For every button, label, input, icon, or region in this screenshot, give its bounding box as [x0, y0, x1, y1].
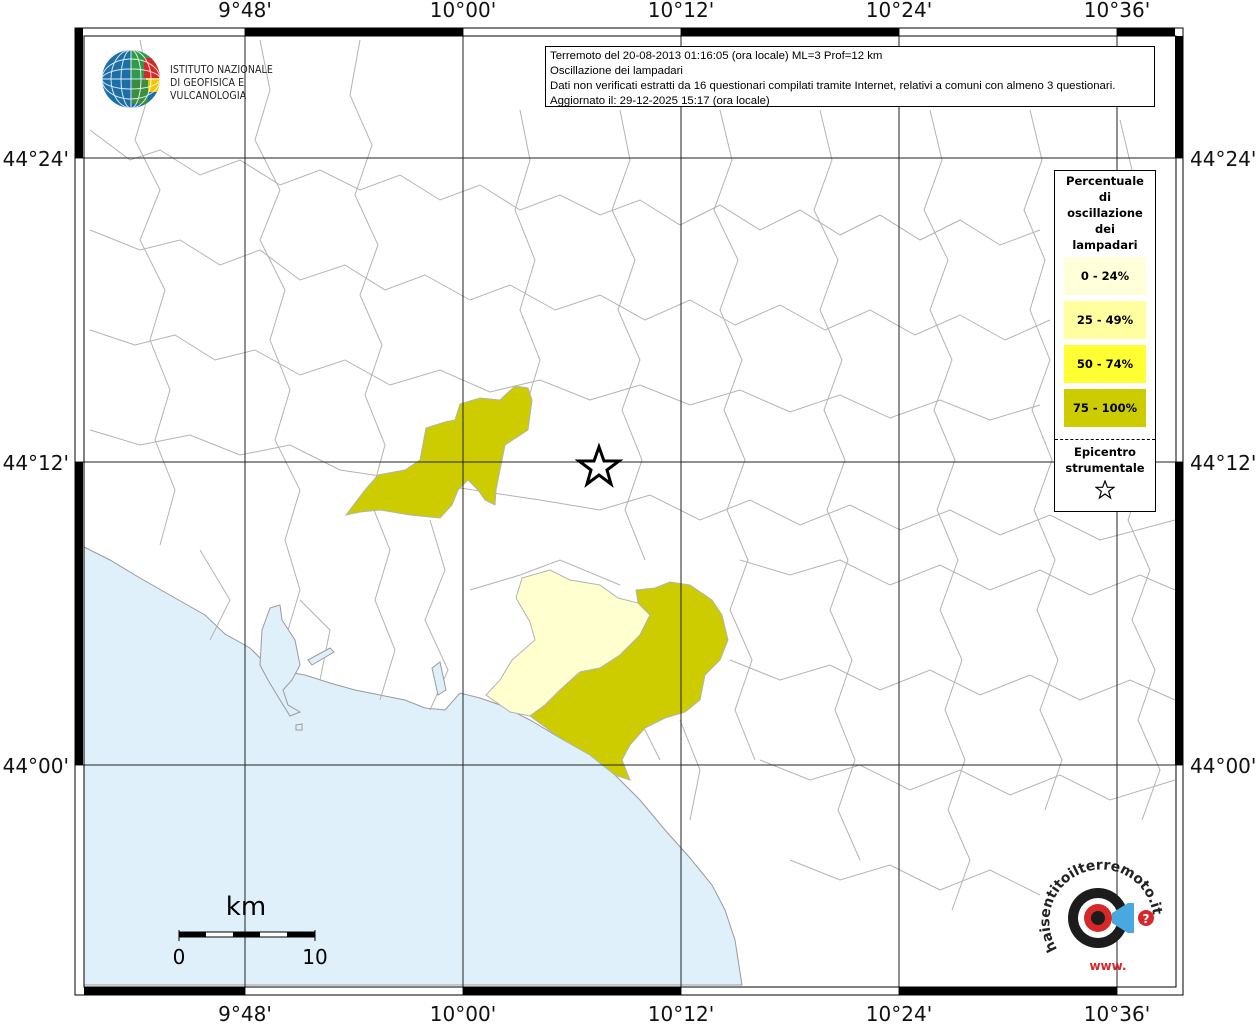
lon-bottom-2: 10°00': [430, 1002, 496, 1024]
lat-left-2: 44°12': [3, 451, 69, 475]
badge-www: www.: [1089, 959, 1126, 973]
lat-left-1: 44°24': [3, 147, 69, 171]
legend-separator: [1055, 439, 1155, 440]
event-info-line1: Terremoto del 20-08-2013 01:16:05 (ora l…: [550, 50, 883, 62]
scale-title: km: [226, 892, 266, 922]
legend-epicenter-title: Epicentro strumentale: [1055, 444, 1155, 476]
event-info-line3: Dati non verificati estratti da 16 quest…: [550, 80, 1116, 92]
ingv-logo-line1: ISTITUTO NAZIONALE: [170, 64, 273, 76]
lon-top-3: 10°12': [648, 0, 714, 22]
lon-top-4: 10°24': [866, 0, 932, 22]
legend: Percentuale di oscillazione dei lampadar…: [1054, 170, 1156, 512]
legend-epicenter-line1: Epicentro: [1074, 445, 1136, 459]
haisentitoilterremoto-logo[interactable]: haisentitoilterremoto.it www. ?: [1037, 857, 1168, 978]
lon-bottom-1: 9°48': [218, 1002, 272, 1024]
legend-swatch-0-24: 0 - 24%: [1064, 257, 1146, 295]
globe-icon: [102, 50, 160, 108]
lat-right-3: 44°00': [1190, 754, 1256, 778]
lon-top-1: 9°48': [218, 0, 272, 22]
legend-swatch-50-74: 50 - 74%: [1064, 345, 1146, 383]
legend-label-75-100: 75 - 100%: [1072, 401, 1138, 415]
legend-title: Percentuale di oscillazione dei lampadar…: [1055, 173, 1155, 253]
lon-bottom-4: 10°24': [866, 1002, 932, 1024]
scale-start: 0: [173, 945, 186, 969]
legend-swatch-25-49: 25 - 49%: [1064, 301, 1146, 339]
event-info-line4: Aggiornato il: 29-12-2025 15:17 (ora loc…: [550, 95, 770, 107]
legend-label-0-24: 0 - 24%: [1080, 269, 1130, 283]
legend-epicenter-line2: strumentale: [1065, 461, 1145, 475]
ingv-logo: ISTITUTO NAZIONALE DI GEOFISICA E VULCAN…: [100, 48, 320, 110]
legend-label-50-74: 50 - 74%: [1076, 357, 1134, 371]
legend-title-line5: lampadari: [1072, 238, 1138, 252]
ingv-logo-line2: DI GEOFISICA E VULCANOLOGIA: [170, 77, 247, 102]
scale-end: 10: [302, 945, 327, 969]
lon-top-2: 10°00': [430, 0, 496, 22]
legend-title-line4: dei: [1095, 222, 1115, 236]
ingv-logo-text: ISTITUTO NAZIONALE DI GEOFISICA E VULCAN…: [170, 64, 320, 103]
lon-bottom-5: 10°36': [1084, 1002, 1150, 1024]
legend-label-25-49: 25 - 49%: [1076, 313, 1134, 327]
event-info-line2: Oscillazione dei lampadari: [550, 65, 683, 77]
legend-title-line1: Percentuale: [1066, 174, 1144, 188]
legend-title-line2: di: [1098, 190, 1112, 204]
lon-bottom-3: 10°12': [648, 1002, 714, 1024]
lon-top-5: 10°36': [1084, 0, 1150, 22]
lat-right-2: 44°12': [1190, 451, 1256, 475]
legend-swatch-75-100: 75 - 100%: [1064, 389, 1146, 427]
municipality-75-100-north: [344, 385, 533, 519]
event-info-box: Terremoto del 20-08-2013 01:16:05 (ora l…: [545, 46, 1155, 107]
svg-text:?: ?: [1143, 912, 1150, 926]
lat-left-3: 44°00': [3, 754, 69, 778]
epicenter-star-icon: [574, 442, 624, 488]
legend-title-line3: oscillazione: [1067, 206, 1143, 220]
lat-right-1: 44°24': [1190, 147, 1256, 171]
legend-star-icon: [1055, 479, 1155, 503]
